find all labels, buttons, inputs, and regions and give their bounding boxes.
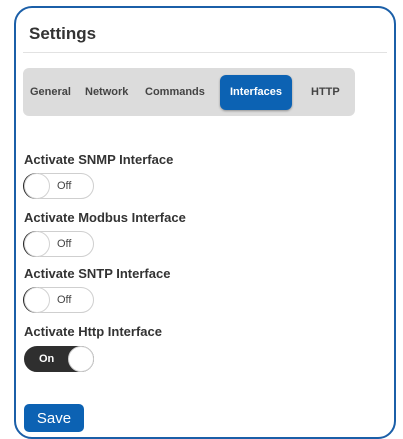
save-button[interactable]: Save <box>24 404 84 432</box>
snmp-interface-label: Activate SNMP Interface <box>24 152 174 167</box>
toggle-state-text: Off <box>57 294 72 306</box>
toggle-knob <box>68 346 94 372</box>
modbus-interface-toggle[interactable]: Off <box>24 231 94 257</box>
toggle-knob <box>24 231 50 257</box>
settings-panel: Settings General Network Commands Interf… <box>14 6 396 439</box>
snmp-interface-toggle[interactable]: Off <box>24 173 94 199</box>
sntp-interface-label: Activate SNTP Interface <box>24 266 171 281</box>
toggle-knob <box>24 287 50 313</box>
tab-http[interactable]: HTTP <box>311 68 340 116</box>
sntp-interface-toggle[interactable]: Off <box>24 287 94 313</box>
http-interface-toggle[interactable]: On <box>24 346 94 372</box>
tab-network[interactable]: Network <box>85 68 128 116</box>
modbus-interface-label: Activate Modbus Interface <box>24 210 186 225</box>
toggle-knob <box>24 173 50 199</box>
divider <box>23 52 387 53</box>
tab-bar: General Network Commands Interfaces HTTP <box>23 68 355 116</box>
http-interface-label: Activate Http Interface <box>24 324 162 339</box>
tab-commands[interactable]: Commands <box>145 68 205 116</box>
toggle-state-text: Off <box>57 238 72 250</box>
toggle-state-text: On <box>39 353 55 365</box>
toggle-state-text: Off <box>57 180 72 192</box>
panel-title: Settings <box>29 24 97 43</box>
tab-general[interactable]: General <box>30 68 71 116</box>
tab-interfaces[interactable]: Interfaces <box>220 75 292 110</box>
